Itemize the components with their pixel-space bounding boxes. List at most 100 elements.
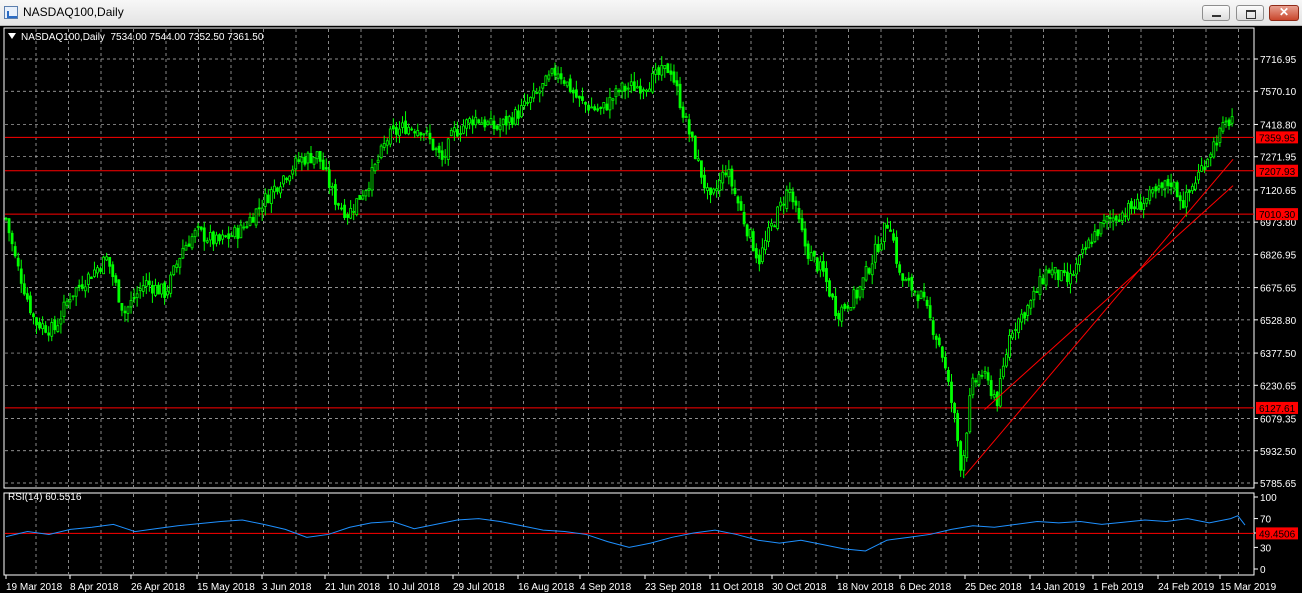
candle — [1062, 262, 1066, 277]
candle — [157, 282, 160, 295]
candle-body — [788, 188, 792, 193]
candle-body — [486, 121, 490, 125]
candle — [1175, 180, 1179, 198]
candle — [175, 260, 179, 273]
candle — [123, 305, 127, 322]
candle — [690, 131, 694, 142]
level-label: 7010.30 — [1259, 210, 1296, 221]
candle-body — [1133, 206, 1136, 210]
candle-body — [117, 279, 121, 303]
price-chart-svg[interactable]: 7716.957570.107418.807271.957120.656973.… — [0, 26, 1302, 593]
candle — [178, 257, 182, 275]
candle — [867, 267, 871, 275]
candle-body — [303, 156, 307, 165]
candle-body — [620, 82, 624, 92]
candle — [764, 230, 767, 255]
candle-body — [1053, 266, 1057, 274]
candle — [983, 366, 987, 379]
candle-body — [99, 268, 102, 272]
candle-body — [617, 90, 621, 93]
x-tick-label: 4 Sep 2018 — [580, 582, 632, 593]
candle-body — [1151, 189, 1155, 194]
candle-body — [1105, 216, 1109, 223]
candle-body — [312, 157, 316, 165]
candle-body — [236, 227, 240, 239]
candle — [285, 176, 289, 183]
x-tick-label: 15 Mar 2019 — [1220, 582, 1277, 593]
candle — [873, 235, 877, 270]
candle — [809, 245, 813, 262]
minimize-button[interactable] — [1202, 5, 1230, 21]
y-tick-label: 6675.65 — [1260, 284, 1297, 295]
candle — [315, 151, 319, 164]
candle — [1072, 270, 1075, 277]
candle — [1154, 183, 1158, 199]
candle — [858, 285, 862, 301]
candle — [202, 222, 206, 251]
chart-symbol: NASDAQ100,Daily — [21, 32, 105, 43]
candle-body — [855, 289, 859, 299]
y-tick-label: 5932.50 — [1260, 447, 1297, 458]
candle — [282, 175, 285, 188]
candle-body — [1117, 219, 1121, 223]
candle-body — [425, 130, 429, 133]
candle-body — [1111, 217, 1115, 222]
candle-body — [19, 268, 23, 284]
candle-body — [916, 294, 920, 302]
candle — [520, 98, 523, 119]
candle-body — [90, 276, 93, 280]
candle — [651, 66, 654, 95]
candle — [1230, 108, 1234, 127]
candle — [1087, 237, 1091, 249]
candle — [700, 160, 703, 184]
candle-body — [992, 394, 996, 398]
candle — [53, 315, 57, 335]
candle-body — [727, 168, 731, 178]
candle — [272, 179, 276, 199]
candle — [581, 87, 584, 104]
candle — [666, 62, 670, 74]
candle — [1081, 243, 1085, 259]
candle-body — [834, 295, 837, 317]
candle — [712, 187, 715, 196]
candle — [901, 273, 905, 287]
candle-body — [757, 254, 761, 265]
candle-body — [144, 280, 148, 287]
candle-body — [1169, 182, 1173, 187]
candle — [385, 137, 389, 155]
candle-body — [391, 125, 395, 130]
candle-body — [71, 295, 75, 298]
candle-body — [276, 187, 279, 192]
candle-body — [132, 296, 136, 300]
candle-body — [818, 261, 822, 271]
maximize-button[interactable] — [1236, 5, 1264, 21]
candle-body — [846, 305, 850, 309]
candle — [193, 228, 197, 243]
candle-body — [602, 102, 606, 109]
candle-body — [648, 88, 651, 92]
candle-body — [202, 227, 206, 242]
candle-body — [825, 268, 828, 283]
candle — [1194, 176, 1197, 192]
candle — [111, 261, 115, 286]
chart-area[interactable]: 7716.95 7570.10 7418.80 7271.95 7120.65 6973.… — [0, 26, 1302, 593]
candle-body — [1123, 215, 1127, 218]
close-button[interactable] — [1269, 5, 1299, 21]
candle-body — [102, 256, 105, 275]
candle-body — [190, 236, 194, 249]
collapse-triangle-icon[interactable] — [8, 33, 16, 39]
candle-body — [584, 101, 587, 105]
candle — [937, 333, 941, 348]
candle — [1136, 193, 1139, 210]
candle — [1008, 329, 1011, 361]
candle — [242, 222, 246, 231]
candle-body — [794, 200, 798, 206]
candle — [1200, 157, 1203, 173]
candle — [86, 271, 90, 293]
candle-body — [1001, 365, 1005, 378]
candle-body — [404, 120, 407, 134]
candle — [538, 86, 542, 103]
candle-body — [553, 67, 557, 76]
candle-body — [910, 276, 914, 291]
candle — [825, 261, 828, 292]
